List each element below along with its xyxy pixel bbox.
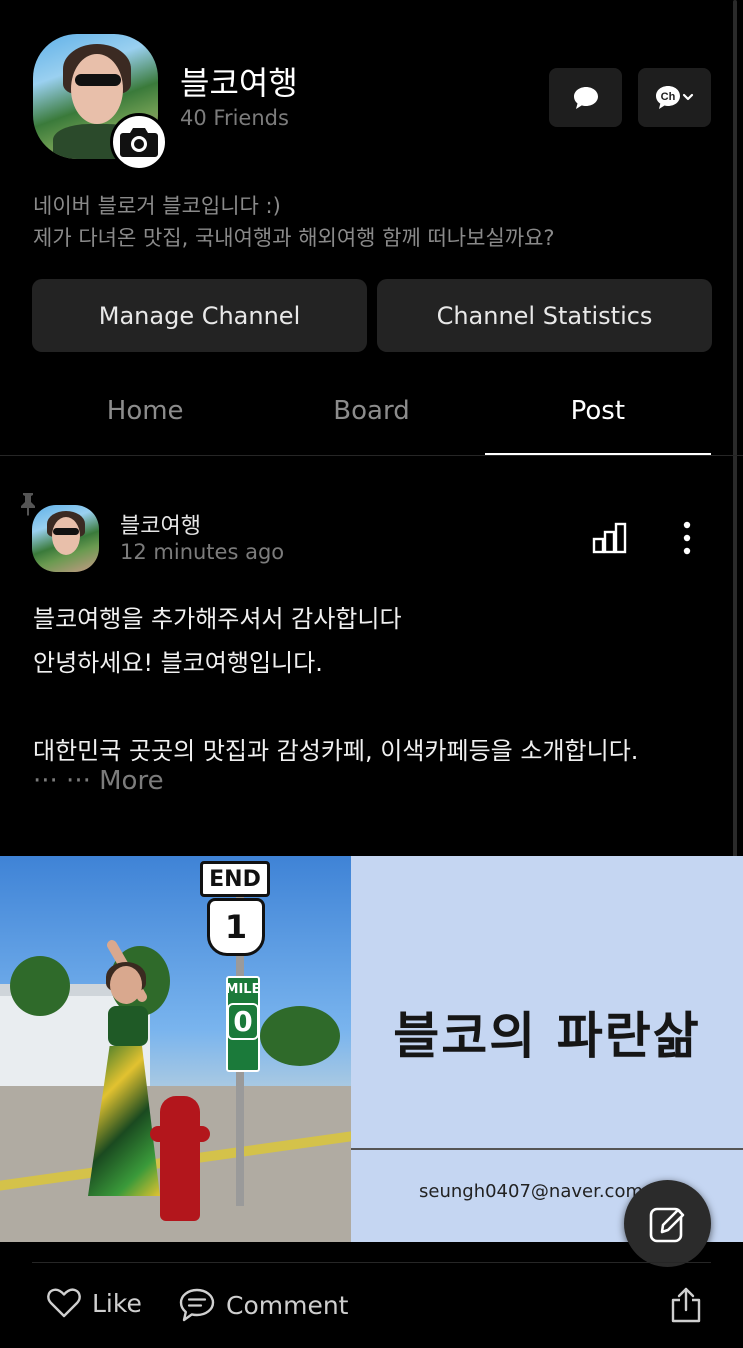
divider — [32, 1262, 711, 1263]
edit-icon — [649, 1207, 684, 1242]
like-label: Like — [92, 1288, 142, 1318]
post-timestamp: 12 minutes ago — [120, 540, 285, 564]
scrollbar[interactable] — [733, 0, 737, 990]
divider — [0, 455, 743, 456]
write-post-button[interactable] — [624, 1180, 711, 1267]
tab-home[interactable]: Home — [32, 384, 258, 456]
more-options-icon[interactable] — [675, 520, 699, 556]
sign-route: 1 — [207, 898, 265, 956]
post-author-avatar[interactable] — [32, 505, 99, 572]
description-line: 제가 다녀온 맛집, 국내여행과 해외여행 함께 떠나보실까요? — [33, 226, 555, 250]
post-body-text: 블코여행을 추가해주셔서 감사합니다 안녕하세요! 블코여행입니다. 대한민국 … — [33, 605, 639, 765]
tab-post[interactable]: Post — [484, 384, 712, 456]
ch-label: Ch — [660, 91, 675, 103]
channel-description: 네이버 블로거 블코입니다 :) 제가 다녀온 맛집, 국내여행과 해외여행 함… — [33, 190, 555, 254]
post-photo: END 1 MILE 0 — [0, 856, 351, 1242]
sign-mile-number: 0 — [227, 1003, 259, 1040]
manage-channel-button[interactable]: Manage Channel — [32, 279, 367, 352]
sign-mile-label: MILE — [225, 982, 261, 997]
post-author-name[interactable]: 블코여행 — [120, 508, 201, 540]
bar-chart-icon[interactable] — [592, 522, 628, 554]
ch-dropdown-icon: Ch — [655, 85, 693, 109]
chat-button[interactable] — [549, 68, 622, 127]
friends-count[interactable]: 40 Friends — [180, 106, 289, 130]
card-divider — [351, 1148, 743, 1150]
channel-name: 블코여행 — [180, 64, 298, 102]
sign-mile: MILE 0 — [226, 976, 260, 1072]
pin-icon — [21, 493, 35, 516]
tab-board[interactable]: Board — [258, 384, 484, 456]
comment-button[interactable]: Comment — [178, 1287, 349, 1323]
card-title: 블코의 파란삶 — [393, 1007, 701, 1065]
more-link[interactable]: ··· ··· More — [33, 766, 164, 796]
comment-label: Comment — [226, 1290, 349, 1320]
post-image[interactable]: END 1 MILE 0 블코의 파란삶 seungh0407@naver.co… — [0, 856, 743, 1242]
share-icon[interactable] — [669, 1286, 703, 1324]
channel-menu-button[interactable]: Ch — [638, 68, 711, 127]
comment-icon — [179, 1288, 215, 1322]
description-line: 네이버 블로거 블코입니다 :) — [33, 194, 281, 218]
tab-bar: Home Board Post — [32, 384, 712, 456]
camera-icon[interactable] — [110, 113, 168, 171]
chat-bubble-icon — [573, 86, 598, 109]
sign-end: END — [200, 861, 270, 897]
card-email: seungh0407@naver.com — [419, 1181, 643, 1202]
channel-statistics-button[interactable]: Channel Statistics — [377, 279, 712, 352]
heart-icon — [47, 1288, 81, 1318]
like-button[interactable]: Like — [46, 1287, 142, 1319]
